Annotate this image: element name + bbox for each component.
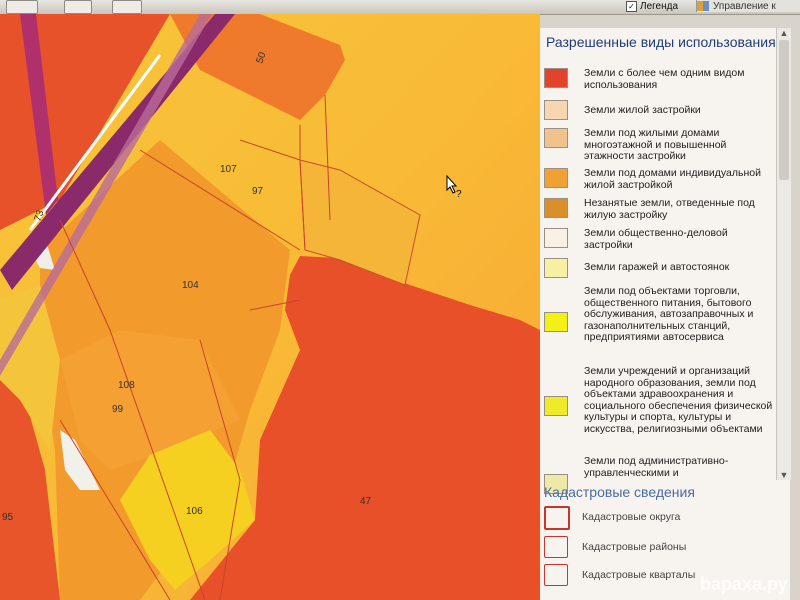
- map-label-104: 104: [182, 280, 199, 291]
- cadastre-swatch: [544, 564, 568, 586]
- map-canvas[interactable]: 50 107 97 73 104 108 99 106 47 95: [0, 14, 540, 600]
- map-label-97: 97: [252, 186, 264, 197]
- legend-swatch: [544, 396, 568, 416]
- cadastre-title: Кадастровые сведения: [544, 484, 695, 500]
- mouse-cursor-help-icon: ?: [446, 174, 462, 202]
- legend-swatch: [544, 128, 568, 148]
- watermark-text: bараха.ру: [700, 574, 788, 594]
- map-label-107: 107: [220, 164, 237, 175]
- legend-toggle-label: Легенда: [640, 0, 679, 12]
- legend-swatch: [544, 100, 568, 120]
- legend-item-label: Незанятые земли, отведенные под жилую за…: [584, 197, 755, 221]
- map-svg[interactable]: 50 107 97 73 104 108 99 106 47 95: [0, 14, 540, 600]
- legend-checkbox[interactable]: ✓: [626, 0, 637, 12]
- cadastre-swatch: [544, 506, 570, 530]
- toolbar-button-print[interactable]: [64, 0, 92, 14]
- svg-text:?: ?: [456, 189, 462, 197]
- legend-scrollbar[interactable]: ▲ ▼: [776, 28, 791, 480]
- legend-swatch: [544, 312, 568, 332]
- legend-item-label: Земли под административно-управленческим…: [584, 455, 729, 479]
- top-toolbar: ✓ Легенда Управление к: [0, 0, 800, 15]
- legend-swatch: [544, 258, 568, 278]
- scroll-thumb[interactable]: [779, 40, 789, 180]
- legend-title: Разрешенные виды использования: [546, 34, 776, 50]
- legend-item-label: Земли под жилыми домами многоэтажной и п…: [584, 127, 727, 162]
- management-tab-label: Управление к: [713, 0, 776, 12]
- toolbar-button-tools-dropdown[interactable]: [112, 0, 142, 14]
- cadastre-swatch: [544, 536, 568, 558]
- legend-item-label: Земли под объектами торговли, общественн…: [584, 285, 754, 343]
- map-label-106: 106: [186, 506, 203, 517]
- cadastre-item-districts[interactable]: Кадастровые округа: [544, 506, 774, 530]
- map-label-99: 99: [112, 404, 124, 415]
- map-label-95: 95: [2, 512, 14, 523]
- legend-item-label: Земли с более чем одним видом использова…: [584, 67, 745, 91]
- map-label-47: 47: [360, 496, 372, 507]
- scroll-up-icon[interactable]: ▲: [777, 28, 791, 38]
- legend-item-label: Земли общественно-деловой застройки: [584, 227, 728, 251]
- legend-item-label: Земли под домами индивидуальной жилой за…: [584, 167, 761, 191]
- management-icon: [697, 1, 709, 11]
- legend-swatch: [544, 228, 568, 248]
- management-tab[interactable]: Управление к: [696, 0, 800, 12]
- legend-item-label: Земли жилой застройки: [584, 104, 701, 116]
- watermark-logo: bараха.ру: [700, 574, 788, 595]
- legend-toggle[interactable]: ✓ Легенда: [626, 0, 678, 12]
- legend-item-label: Земли гаражей и автостоянок: [584, 261, 730, 273]
- legend-swatch: [544, 198, 568, 218]
- map-label-108: 108: [118, 380, 135, 391]
- scroll-down-icon[interactable]: ▼: [777, 470, 791, 480]
- cadastre-item-label: Кадастровые кварталы: [582, 569, 696, 581]
- legend-swatch: [544, 68, 568, 88]
- cadastre-item-regions[interactable]: Кадастровые районы: [544, 536, 774, 560]
- legend-swatch: [544, 168, 568, 188]
- cadastre-item-label: Кадастровые районы: [582, 541, 687, 553]
- toolbar-button-1[interactable]: [6, 0, 38, 14]
- cadastre-item-label: Кадастровые округа: [582, 511, 681, 523]
- legend-item-label: Земли учреждений и организаций народного…: [584, 365, 773, 435]
